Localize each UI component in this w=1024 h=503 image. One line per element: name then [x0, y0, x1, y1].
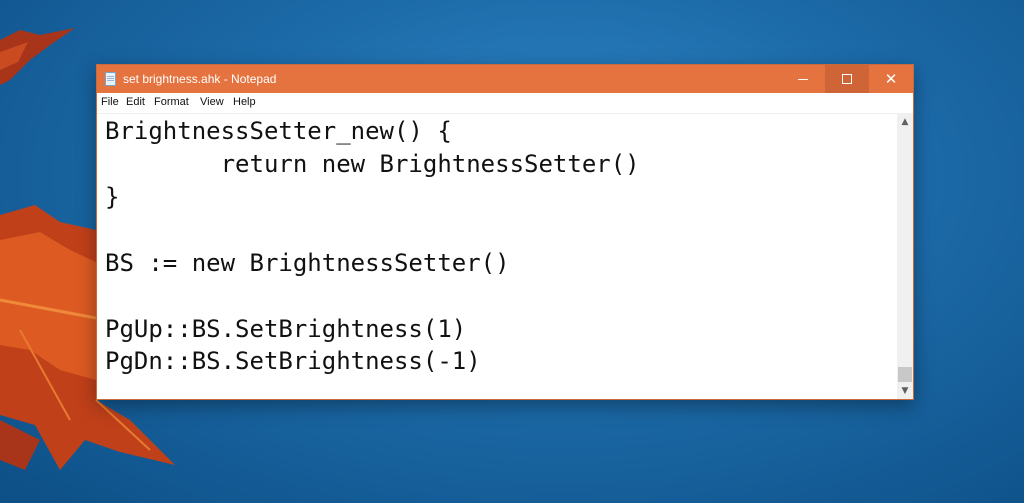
minimize-icon: [798, 79, 808, 80]
menu-format[interactable]: Format: [154, 96, 189, 108]
scroll-up-icon[interactable]: ▲: [897, 114, 913, 130]
title-bar[interactable]: set brightness.ahk - Notepad ✕: [97, 65, 913, 93]
close-icon: ✕: [884, 70, 898, 88]
menu-view[interactable]: View: [200, 96, 224, 108]
notepad-window[interactable]: set brightness.ahk - Notepad ✕ File Edit…: [96, 64, 914, 400]
text-editor-area[interactable]: BrightnessSetter_new() { return new Brig…: [97, 114, 897, 399]
maximize-button[interactable]: [825, 65, 869, 93]
code-line: BS := new BrightnessSetter(): [105, 249, 510, 277]
menu-edit[interactable]: Edit: [126, 96, 145, 108]
code-line: }: [105, 183, 120, 211]
minimize-button[interactable]: [781, 65, 825, 93]
menu-help[interactable]: Help: [233, 96, 256, 108]
scroll-thumb[interactable]: [898, 367, 912, 382]
vertical-scrollbar[interactable]: ▲ ▼: [897, 114, 913, 399]
close-button[interactable]: ✕: [869, 65, 913, 93]
menu-file[interactable]: File: [101, 96, 119, 108]
code-line: BrightnessSetter_new() {: [105, 117, 452, 145]
notepad-icon[interactable]: [105, 72, 116, 86]
maximize-icon: [842, 74, 852, 84]
window-title: set brightness.ahk - Notepad: [123, 72, 277, 86]
code-line: return new BrightnessSetter(): [105, 150, 640, 178]
menu-bar: File Edit Format View Help: [97, 93, 913, 114]
code-line: PgDn::BS.SetBrightness(-1): [105, 347, 481, 375]
code-line: PgUp::BS.SetBrightness(1): [105, 315, 467, 343]
scroll-down-icon[interactable]: ▼: [897, 383, 913, 399]
